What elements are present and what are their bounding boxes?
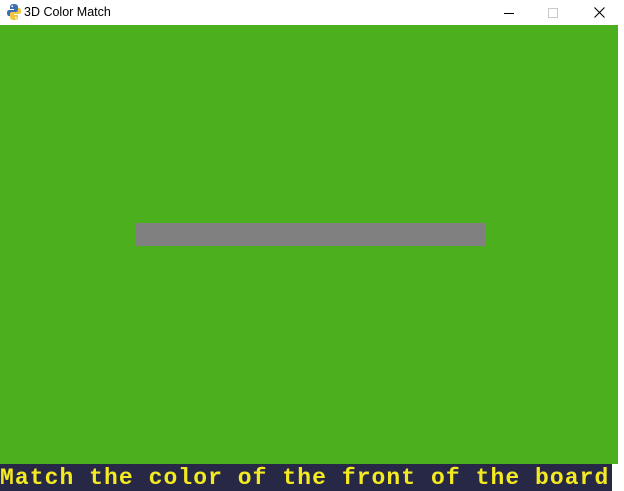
minimize-icon [504,12,514,14]
close-icon [593,7,605,18]
title-bar[interactable]: 3D Color Match [0,0,624,25]
board-front [135,223,485,246]
maximize-icon [548,7,558,18]
close-button[interactable] [576,0,622,25]
window-title: 3D Color Match [24,5,111,19]
status-message: Match the color of the front of the boar… [0,465,610,491]
minimize-button[interactable] [486,0,532,25]
maximize-button[interactable] [530,0,576,25]
status-bar: Match the color of the front of the boar… [0,464,612,491]
window-edge [618,25,624,491]
python-icon [7,4,21,20]
game-window: 3D Color Match Match the color of the fr… [0,0,624,491]
